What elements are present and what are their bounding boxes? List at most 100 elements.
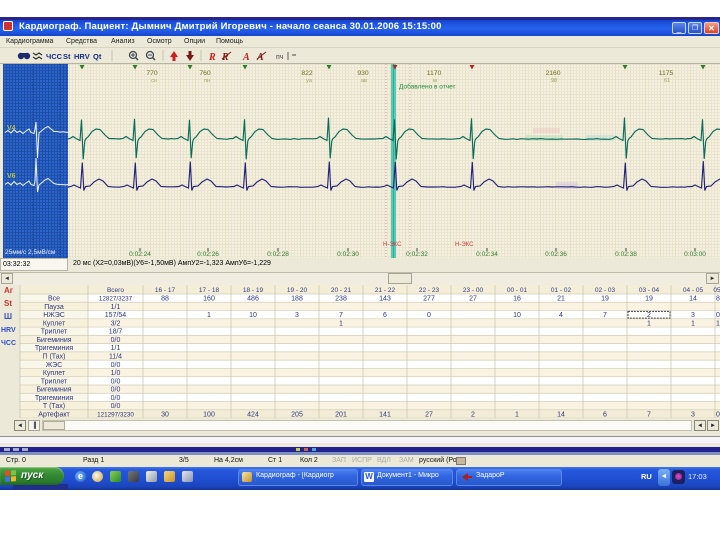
svg-text:8: 8 — [716, 296, 720, 303]
svg-text:1: 1 — [647, 320, 651, 327]
svg-text:3: 3 — [691, 312, 695, 319]
svg-text:0:02:32: 0:02:32 — [406, 251, 428, 258]
svg-text:ЧСС: ЧСС — [1, 340, 16, 347]
svg-text:0:02:34: 0:02:34 — [476, 251, 498, 258]
svg-text:П (Тах): П (Тах) — [43, 353, 66, 360]
svg-text:19: 19 — [601, 296, 609, 303]
svg-text:Добавлено в отчет: Добавлено в отчет — [399, 83, 455, 91]
svg-text:01 - 02: 01 - 02 — [551, 287, 572, 294]
svg-text:7: 7 — [603, 312, 607, 319]
svg-text:22 - 23: 22 - 23 — [419, 287, 440, 294]
svg-text:6: 6 — [383, 312, 387, 319]
svg-text:Тригеминия: Тригеминия — [35, 345, 73, 352]
svg-text:160: 160 — [203, 296, 215, 303]
svg-text:ЧСС: ЧСС — [46, 52, 63, 61]
svg-text:205: 205 — [291, 411, 303, 418]
svg-text:4: 4 — [559, 312, 563, 319]
svg-text:930: 930 — [357, 70, 369, 77]
svg-text:HRV: HRV — [1, 327, 16, 334]
svg-text:11/4: 11/4 — [109, 353, 122, 360]
svg-text:21: 21 — [557, 296, 565, 303]
svg-text:1: 1 — [691, 320, 695, 327]
svg-text:Все: Все — [48, 296, 60, 303]
svg-text:61: 61 — [664, 78, 670, 84]
svg-text:Тригеминия: Тригеминия — [35, 395, 73, 402]
svg-text:Т (Тах): Т (Тах) — [43, 403, 65, 410]
svg-text:St: St — [4, 299, 12, 308]
svg-text:760: 760 — [199, 70, 211, 77]
svg-text:0/0: 0/0 — [111, 387, 121, 394]
svg-text:3: 3 — [295, 312, 299, 319]
svg-text:Пауза: Пауза — [44, 304, 64, 311]
svg-text:2: 2 — [471, 411, 475, 418]
svg-text:10: 10 — [249, 312, 257, 319]
svg-text:0:02:36: 0:02:36 — [545, 251, 567, 258]
svg-text:141: 141 — [379, 411, 391, 418]
svg-text:03 - 04: 03 - 04 — [639, 287, 660, 294]
svg-text:2160: 2160 — [545, 70, 560, 77]
svg-text:143: 143 — [379, 296, 391, 303]
svg-text:пч: пч — [276, 54, 284, 61]
svg-text:Аг: Аг — [4, 286, 14, 295]
svg-text:ав: ав — [361, 78, 367, 84]
svg-text:19: 19 — [645, 296, 653, 303]
svg-text:1: 1 — [716, 320, 720, 327]
svg-text:14: 14 — [689, 296, 697, 303]
svg-text:Ш: Ш — [4, 312, 12, 321]
svg-text:238: 238 — [335, 296, 347, 303]
svg-text:1/0: 1/0 — [111, 370, 121, 377]
svg-text:Куплет: Куплет — [43, 320, 66, 327]
svg-text:Н-ЭКС: Н-ЭКС — [455, 242, 474, 248]
svg-text:04 - 05: 04 - 05 — [683, 287, 704, 294]
svg-text:Бигеминия: Бигеминия — [36, 387, 71, 394]
svg-text:201: 201 — [335, 411, 347, 418]
svg-text:0: 0 — [716, 312, 720, 319]
svg-text:0: 0 — [427, 312, 431, 319]
svg-text:1/1: 1/1 — [111, 304, 121, 311]
svg-text:3/2: 3/2 — [111, 320, 121, 327]
svg-text:88: 88 — [161, 296, 169, 303]
svg-text:0:02:24: 0:02:24 — [129, 251, 151, 258]
svg-text:0/0: 0/0 — [111, 403, 121, 410]
svg-text:V4: V4 — [7, 125, 16, 132]
svg-text:00 - 01: 00 - 01 — [507, 287, 528, 294]
svg-text:16: 16 — [513, 296, 521, 303]
svg-text:ЖЭС: ЖЭС — [46, 362, 63, 369]
svg-text:0/0: 0/0 — [111, 337, 121, 344]
svg-text:25мм/с 2,5мВ/см: 25мм/с 2,5мВ/см — [5, 249, 56, 256]
svg-text:157/54: 157/54 — [105, 312, 127, 319]
svg-text:1/1: 1/1 — [111, 345, 121, 352]
svg-text:V6: V6 — [7, 173, 16, 180]
svg-text:HRV: HRV — [74, 52, 90, 61]
svg-text:St: St — [63, 52, 71, 61]
svg-text:Триплет: Триплет — [41, 329, 68, 336]
svg-text:424: 424 — [247, 411, 259, 418]
svg-text:10: 10 — [513, 312, 521, 319]
svg-text:188: 188 — [291, 296, 303, 303]
svg-text:121297/3230: 121297/3230 — [97, 411, 134, 418]
svg-text:Артефакт: Артефакт — [38, 411, 70, 418]
svg-text:486: 486 — [247, 296, 259, 303]
svg-text:Бигеминия: Бигеминия — [36, 337, 71, 344]
svg-text:Триплет: Триплет — [41, 378, 68, 385]
svg-text:R: R — [208, 52, 216, 63]
svg-text:сн: сн — [151, 78, 157, 84]
svg-text:05: 05 — [713, 287, 720, 294]
svg-text:0/0: 0/0 — [111, 378, 121, 385]
svg-text:100: 100 — [203, 411, 215, 418]
svg-text:Куплет: Куплет — [43, 370, 66, 377]
svg-text:16 - 17: 16 - 17 — [155, 287, 176, 294]
svg-text:A: A — [256, 52, 264, 63]
svg-text:12827/3237: 12827/3237 — [99, 296, 133, 303]
svg-text:Qt: Qt — [93, 52, 102, 61]
svg-text:277: 277 — [423, 296, 435, 303]
svg-text:14: 14 — [557, 411, 565, 418]
svg-text:3: 3 — [691, 411, 695, 418]
svg-text:6: 6 — [603, 411, 607, 418]
svg-text:1: 1 — [339, 320, 343, 327]
svg-text:17 - 18: 17 - 18 — [199, 287, 220, 294]
svg-text:2: 2 — [647, 312, 651, 319]
svg-text:НЖЭС: НЖЭС — [43, 312, 65, 319]
svg-text:1175: 1175 — [659, 70, 674, 77]
svg-text:27: 27 — [425, 411, 433, 418]
